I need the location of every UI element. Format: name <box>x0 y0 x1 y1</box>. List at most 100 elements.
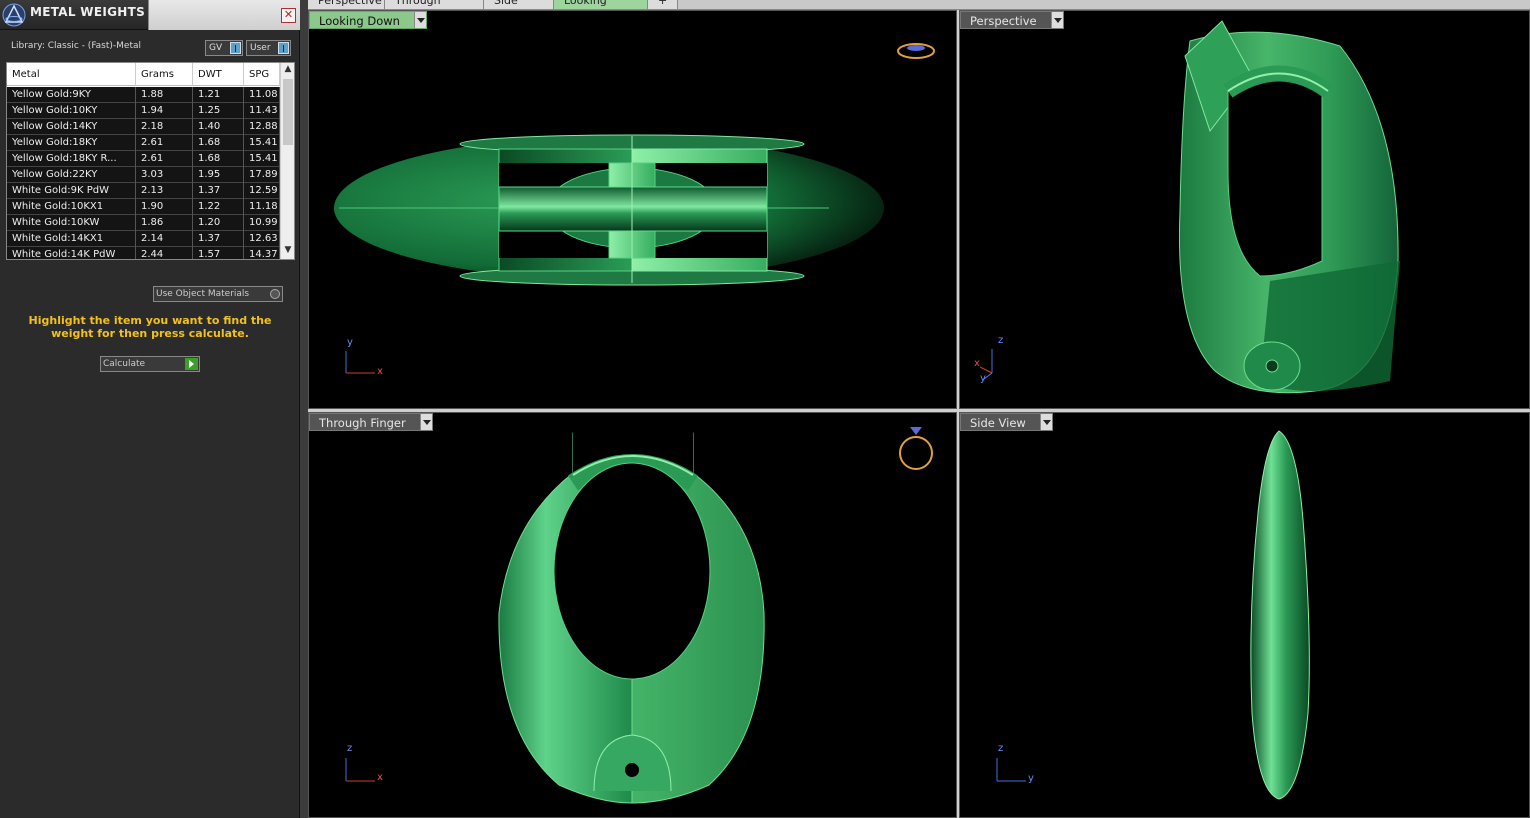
metal-cell: White Gold:10KX1 <box>7 199 136 215</box>
view-tab-strip: Perspective Through Finger Side View Loo… <box>308 0 1530 10</box>
spg-cell: 15.41 <box>244 151 280 167</box>
grams-cell: 2.13 <box>136 183 193 199</box>
grams-cell: 2.14 <box>136 231 193 247</box>
tab-side-view[interactable]: Side View <box>484 0 554 9</box>
column-header-spg[interactable]: SPG <box>244 63 280 86</box>
chevron-down-icon[interactable] <box>419 414 432 430</box>
grams-cell: 2.61 <box>136 135 193 151</box>
use-object-materials-option[interactable]: Use Object Materials <box>153 286 283 302</box>
app-window: METAL WEIGHTS ✕ Library: Classic - (Fast… <box>0 0 1530 818</box>
app-logo-icon <box>2 3 26 27</box>
column-header-grams[interactable]: Grams <box>136 63 193 86</box>
dwt-cell: 1.21 <box>193 87 244 103</box>
chevron-down-icon[interactable] <box>413 12 426 28</box>
gv-toggle-label: GV <box>209 43 223 53</box>
spg-cell: 12.59 <box>244 183 280 199</box>
spg-cell: 12.63 <box>244 231 280 247</box>
table-row[interactable]: White Gold:14K PdW 2.44 1.57 14.37 <box>7 247 280 259</box>
metal-cell: White Gold:14KX1 <box>7 231 136 247</box>
dwt-cell: 1.37 <box>193 183 244 199</box>
viewport-label-text: Looking Down <box>319 14 400 28</box>
calculate-label: Calculate <box>103 359 146 369</box>
table-row[interactable]: Yellow Gold:14KY 2.18 1.40 12.88 <box>7 119 280 135</box>
table-row[interactable]: White Gold:10KW 1.86 1.20 10.99 <box>7 215 280 231</box>
calculate-button[interactable]: Calculate <box>100 356 200 372</box>
table-row[interactable]: White Gold:14KX1 2.14 1.37 12.63 <box>7 231 280 247</box>
spg-cell: 11.08 <box>244 87 280 103</box>
metal-cell: Yellow Gold:10KY <box>7 103 136 119</box>
axis-label-x: x <box>974 358 980 369</box>
viewport-label-through-finger[interactable]: Through Finger <box>309 413 433 431</box>
viewport-label-text: Side View <box>970 416 1026 430</box>
axis-label-x: x <box>377 772 383 783</box>
add-tab-button[interactable]: + <box>648 0 678 9</box>
spg-cell: 11.18 <box>244 199 280 215</box>
metal-cell: Yellow Gold:18KY <box>7 135 136 151</box>
panel-title-bar[interactable]: METAL WEIGHTS ✕ <box>0 0 300 30</box>
viewport-side-view[interactable]: z y Side View <box>959 412 1530 818</box>
spg-cell: 11.43 <box>244 103 280 119</box>
chevron-down-icon[interactable] <box>1050 12 1063 28</box>
viewport-label-looking-down[interactable]: Looking Down <box>309 11 427 29</box>
viewport-through-finger[interactable]: z x Through Finger <box>308 412 957 818</box>
table-row[interactable]: Yellow Gold:22KY 3.03 1.95 17.89 <box>7 167 280 183</box>
grams-cell: 1.94 <box>136 103 193 119</box>
earring-top-render <box>334 43 935 374</box>
table-row[interactable]: White Gold:10KX1 1.90 1.22 11.18 <box>7 199 280 215</box>
grams-cell: 2.44 <box>136 247 193 259</box>
grams-cell: 1.90 <box>136 199 193 215</box>
axis-label-y: y <box>980 373 986 384</box>
panel-title: METAL WEIGHTS <box>30 5 146 19</box>
vertical-scrollbar[interactable]: ▲ ▼ <box>280 63 294 259</box>
chevron-down-icon[interactable] <box>1039 414 1052 430</box>
radio-icon[interactable] <box>270 289 280 299</box>
axis-label-y: y <box>347 337 353 348</box>
metal-cell: White Gold:10KW <box>7 215 136 231</box>
viewport-perspective[interactable]: z x y Perspective <box>959 10 1530 409</box>
close-button[interactable]: ✕ <box>281 8 296 23</box>
table-row[interactable]: Yellow Gold:10KY 1.94 1.25 11.43 <box>7 103 280 119</box>
play-icon <box>185 358 198 370</box>
instructions-text: Highlight the item you want to find the … <box>28 314 272 340</box>
dwt-cell: 1.22 <box>193 199 244 215</box>
table-row[interactable]: White Gold:9K PdW 2.13 1.37 12.59 <box>7 183 280 199</box>
spg-cell: 14.37 <box>244 247 280 259</box>
axis-label-z: z <box>998 743 1004 754</box>
dwt-cell: 1.25 <box>193 103 244 119</box>
table-row[interactable]: Yellow Gold:9KY 1.88 1.21 11.08 <box>7 87 280 103</box>
table-body: Yellow Gold:9KY 1.88 1.21 11.08 Yellow Gold:… <box>7 87 280 259</box>
spg-cell: 10.99 <box>244 215 280 231</box>
axis-label-y: y <box>1028 773 1034 784</box>
metal-weights-panel: METAL WEIGHTS ✕ Library: Classic - (Fast… <box>0 0 300 818</box>
table-header: Metal Grams DWT SPG <box>7 63 280 86</box>
user-toggle[interactable]: User <box>246 40 291 56</box>
dwt-cell: 1.68 <box>193 151 244 167</box>
metal-weights-table: Metal Grams DWT SPG Yellow Gold:9KY 1.88 1… <box>6 62 295 260</box>
column-header-dwt[interactable]: DWT <box>193 63 244 86</box>
earring-front-render <box>345 427 933 804</box>
metal-cell: White Gold:14K PdW <box>7 247 136 259</box>
spg-cell: 15.41 <box>244 135 280 151</box>
metal-cell: Yellow Gold:18KY R... <box>7 151 136 167</box>
panel-splitter[interactable] <box>300 0 308 818</box>
tab-perspective[interactable]: Perspective <box>308 0 385 9</box>
viewport-label-perspective[interactable]: Perspective <box>960 11 1064 29</box>
viewport-looking-down[interactable]: y x Looking Down <box>308 10 957 409</box>
table-row[interactable]: Yellow Gold:18KY R... 2.61 1.68 15.41 <box>7 151 280 167</box>
column-header-metal[interactable]: Metal <box>7 63 136 86</box>
table-row[interactable]: Yellow Gold:18KY 2.61 1.68 15.41 <box>7 135 280 151</box>
dwt-cell: 1.40 <box>193 119 244 135</box>
gv-toggle[interactable]: GV <box>205 40 243 56</box>
vertical-scroll-thumb[interactable] <box>283 79 293 145</box>
metal-cell: Yellow Gold:22KY <box>7 167 136 183</box>
grams-cell: 2.18 <box>136 119 193 135</box>
earring-side-render <box>996 430 1310 800</box>
tab-through-finger[interactable]: Through Finger <box>385 0 484 9</box>
tab-looking-down[interactable]: Looking Down <box>554 0 648 9</box>
dwt-cell: 1.57 <box>193 247 244 259</box>
toggle-knob-icon <box>278 42 289 54</box>
scroll-up-icon[interactable]: ▲ <box>281 64 294 74</box>
viewport-label-side-view[interactable]: Side View <box>960 413 1053 431</box>
scroll-down-icon[interactable]: ▼ <box>281 245 294 255</box>
dwt-cell: 1.37 <box>193 231 244 247</box>
